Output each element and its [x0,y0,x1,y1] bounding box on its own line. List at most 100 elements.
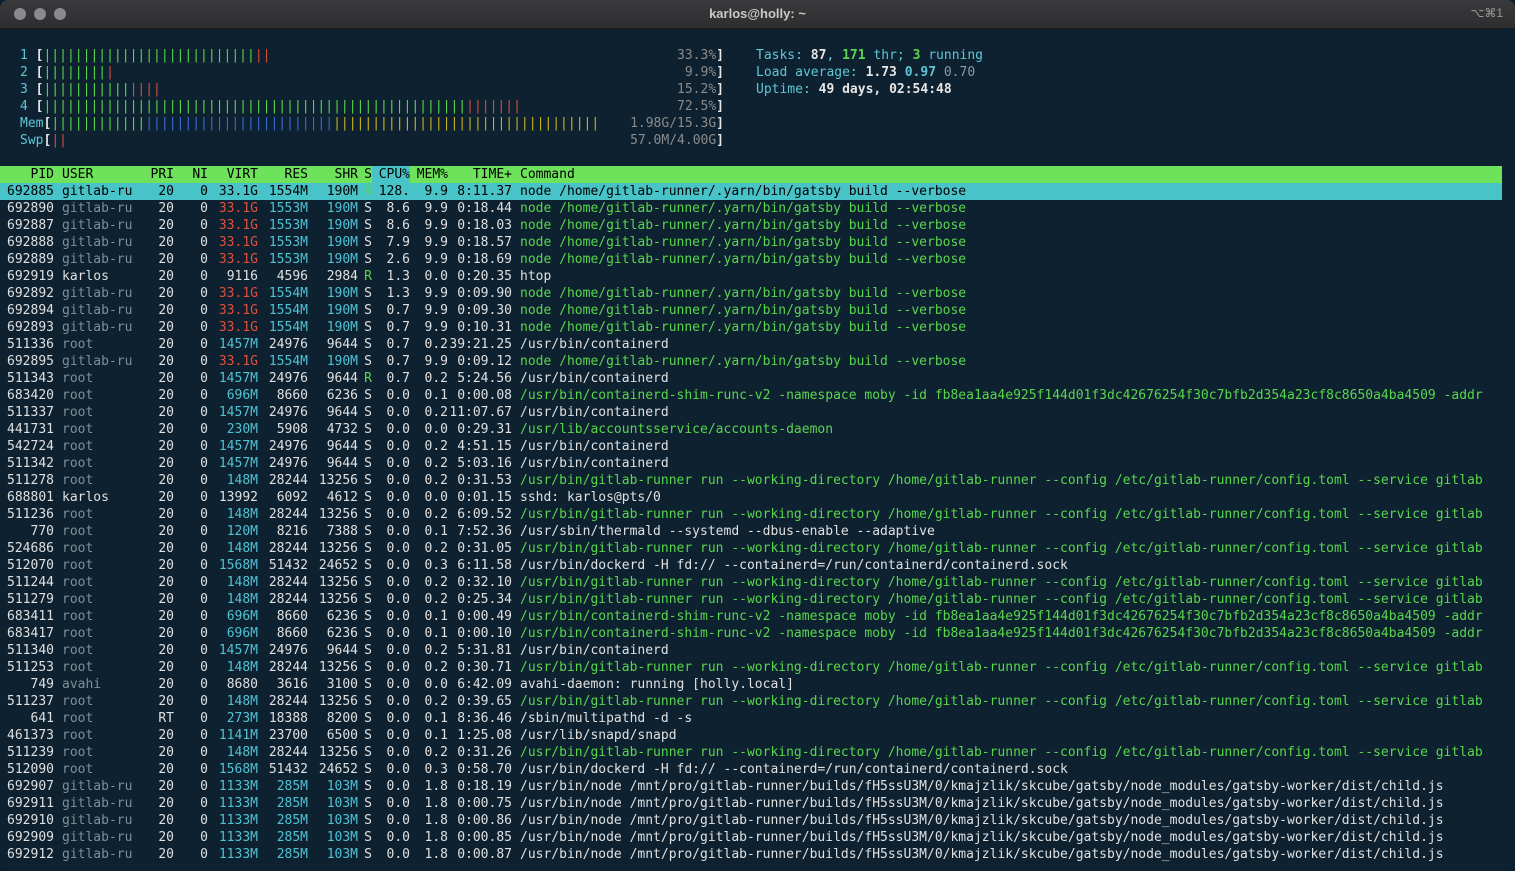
process-row[interactable]: 542724 root 20 0 1457M 24976 9644 S 0.0 0.2 4:51.1… [0,438,1502,455]
process-row[interactable]: 692911 gitlab-ru 20 0 1133M 285M 103M S 0.0 1.8 0:… [0,795,1502,812]
process-row[interactable]: 692892 gitlab-ru 20 0 33.1G 1554M 190M S 1.3 9.9 0… [0,285,1502,302]
process-row[interactable]: 683420 root 20 0 696M 8660 6236 S 0.0 0.1 0:00.08 /… [0,387,1502,404]
process-row[interactable]: 692894 gitlab-ru 20 0 33.1G 1554M 190M S 0.7 9.9 0… [0,302,1502,319]
process-row[interactable]: 512070 root 20 0 1568M 51432 24652 S 0.0 0.3 6:11.… [0,557,1502,574]
process-row[interactable]: 511279 root 20 0 148M 28244 13256 S 0.0 0.2 0:25.3… [0,591,1502,608]
cell-state: S [364,235,372,250]
cell-virt: 1133M [218,847,258,862]
process-row[interactable]: 692895 gitlab-ru 20 0 33.1G 1554M 190M S 0.7 9.9 0… [0,353,1502,370]
col-ni[interactable]: NI [174,166,208,183]
cell-mem: 0.2 [424,745,448,760]
process-row[interactable]: 692919 karlos 20 0 9116 4596 2984 R 1.3 0.0 0:20.3… [0,268,1502,285]
col-res[interactable]: RES [258,166,308,183]
cell-nice: 0 [200,507,208,522]
process-row[interactable]: 683417 root 20 0 696M 8660 6236 S 0.0 0.1 0:00.10 /… [0,625,1502,642]
col-shr[interactable]: SHR [308,166,358,183]
cell-state: S [364,711,372,726]
cell-pid: 683417 [7,626,54,641]
process-row[interactable]: 441731 root 20 0 230M 5908 4732 S 0.0 0.0 0:29.31 /… [0,421,1502,438]
process-row[interactable]: 511253 root 20 0 148M 28244 13256 S 0.0 0.2 0:30.7… [0,659,1502,676]
cell-shr: 9644 [326,643,358,658]
cell-pid: 692887 [7,218,54,233]
cell-command: /usr/bin/dockerd -H fd:// --containerd=/… [520,762,1068,777]
process-row[interactable]: 692890 gitlab-ru 20 0 33.1G 1553M 190M S 8.6 9.9 0… [0,200,1502,217]
process-row[interactable]: 688801 karlos 20 0 13992 6092 4612 S 0.0 0.0 0:01.… [0,489,1502,506]
process-row[interactable]: 511337 root 20 0 1457M 24976 9644 S 0.0 0.211:07.… [0,404,1502,421]
cell-user: root [62,422,94,437]
cell-cpu: 0.0 [386,660,410,675]
cell-cpu: 0.7 [386,303,410,318]
process-row[interactable]: 511340 root 20 0 1457M 24976 9644 S 0.0 0.2 5:31.8… [0,642,1502,659]
process-row[interactable]: 749 avahi 20 0 8680 3616 3100 S 0.0 0.0 6:42.09 ava… [0,676,1502,693]
cell-shr: 13256 [318,473,358,488]
process-row[interactable]: 511237 root 20 0 148M 28244 13256 S 0.0 0.2 0:39.6… [0,693,1502,710]
cell-pid: 692895 [7,354,54,369]
cell-state: S [364,592,372,607]
cell-user: root [62,507,94,522]
process-row[interactable]: 692907 gitlab-ru 20 0 1133M 285M 103M S 0.0 1.8 0:… [0,778,1502,795]
col-user[interactable]: USER [54,166,138,183]
cell-virt: 1133M [218,779,258,794]
cell-state: S [364,779,372,794]
process-row[interactable]: 770 root 20 0 120M 8216 7388 S 0.0 0.1 7:52.36/usr… [0,523,1502,540]
col-command[interactable]: Command [512,166,575,183]
cell-res: 285M [276,847,308,862]
cell-nice: 0 [200,830,208,845]
cell-nice: 0 [200,694,208,709]
cell-shr: 13256 [318,694,358,709]
cell-cpu: 0.0 [386,575,410,590]
cell-user: root [62,575,94,590]
process-row[interactable]: 692910 gitlab-ru 20 0 1133M 285M 103M S 0.0 1.8 0:… [0,812,1502,829]
col-mem[interactable]: MEM% [410,166,448,183]
col-state[interactable]: S [358,166,372,183]
process-row[interactable]: 511278 root 20 0 148M 28244 13256 S 0.0 0.2 0:31.5… [0,472,1502,489]
process-row[interactable]: 524686 root 20 0 148M 28244 13256 S 0.0 0.2 0:31.0… [0,540,1502,557]
process-row[interactable]: 511343 root 20 0 1457M 24976 9644 R 0.7 0.2 5:24.5… [0,370,1502,387]
cell-priority: 20 [158,388,174,403]
cell-cpu: 0.0 [386,456,410,471]
col-pid[interactable]: PID [0,166,54,183]
window-title: karlos@holly: ~ [709,6,806,21]
cell-mem: 0.1 [424,711,448,726]
cell-state: S [364,796,372,811]
process-row[interactable]: 692887 gitlab-ru 20 0 33.1G 1553M 190M S 8.6 9.9 0… [0,217,1502,234]
tab-shortcut: ⌥⌘1 [1470,6,1503,20]
process-row[interactable]: 641 root RT 0 273M 18388 8200 S 0.0 0.1 8:36.46/sb… [0,710,1502,727]
process-row[interactable]: 692909 gitlab-ru 20 0 1133M 285M 103M S 0.0 1.8 0:… [0,829,1502,846]
cell-time: 0:00.75 [457,796,512,811]
process-row[interactable]: 511244 root 20 0 148M 28244 13256 S 0.0 0.2 0:32.1… [0,574,1502,591]
cell-virt: 33.1G [218,252,258,267]
process-row[interactable]: 511236 root 20 0 148M 28244 13256 S 0.0 0.2 6:09.5… [0,506,1502,523]
process-row[interactable]: 512090 root 20 0 1568M 51432 24652 S 0.0 0.3 0:58.… [0,761,1502,778]
process-row[interactable]: 692885 gitlab-ru 20 0 33.1G 1554M 190M R 128. 9.9… [0,183,1502,200]
col-cpu[interactable]: CPU% [372,166,410,183]
cell-mem: 0.1 [424,626,448,641]
process-row[interactable]: 511336 root 20 0 1457M 24976 9644 S 0.7 0.239:21.… [0,336,1502,353]
col-time[interactable]: TIME+ [448,166,512,183]
cell-nice: 0 [200,762,208,777]
cell-time: 0:39.65 [457,694,512,709]
cell-time: 0:58.70 [457,762,512,777]
process-row[interactable]: 511239 root 20 0 148M 28244 13256 S 0.0 0.2 0:31.2… [0,744,1502,761]
cell-user: gitlab-ru [62,286,133,301]
cell-user: root [62,660,94,675]
cell-cpu: 0.0 [386,592,410,607]
process-row[interactable]: 692888 gitlab-ru 20 0 33.1G 1553M 190M S 7.9 9.9 0… [0,234,1502,251]
htop-screen[interactable]: 1 [||||||||||||||||||||||||||||| 33.3%] … [0,29,1515,871]
col-pri[interactable]: PRI [138,166,174,183]
cell-time: 8:36.46 [457,711,512,726]
process-row[interactable]: 683411 root 20 0 696M 8660 6236 S 0.0 0.1 0:00.49 /… [0,608,1502,625]
col-virt[interactable]: VIRT [208,166,258,183]
process-row[interactable]: 461373 root 20 0 1141M 23700 6500 S 0.0 0.1 1:25.0… [0,727,1502,744]
cell-res: 28244 [268,694,308,709]
process-row[interactable]: 692893 gitlab-ru 20 0 33.1G 1554M 190M S 0.7 9.9 0… [0,319,1502,336]
cell-state: R [364,184,372,199]
process-row[interactable]: 692912 gitlab-ru 20 0 1133M 285M 103M S 0.0 1.8 0:… [0,846,1502,863]
process-row[interactable]: 692889 gitlab-ru 20 0 33.1G 1553M 190M S 2.6 9.9 0… [0,251,1502,268]
cell-command: /usr/bin/gitlab-runner run --working-dir… [520,592,1483,607]
cell-shr: 190M [326,218,358,233]
cell-priority: 20 [158,677,174,692]
cell-command: /usr/bin/containerd [520,643,669,658]
cell-mem: 1.8 [424,830,448,845]
process-row[interactable]: 511342 root 20 0 1457M 24976 9644 S 0.0 0.2 5:03.1… [0,455,1502,472]
